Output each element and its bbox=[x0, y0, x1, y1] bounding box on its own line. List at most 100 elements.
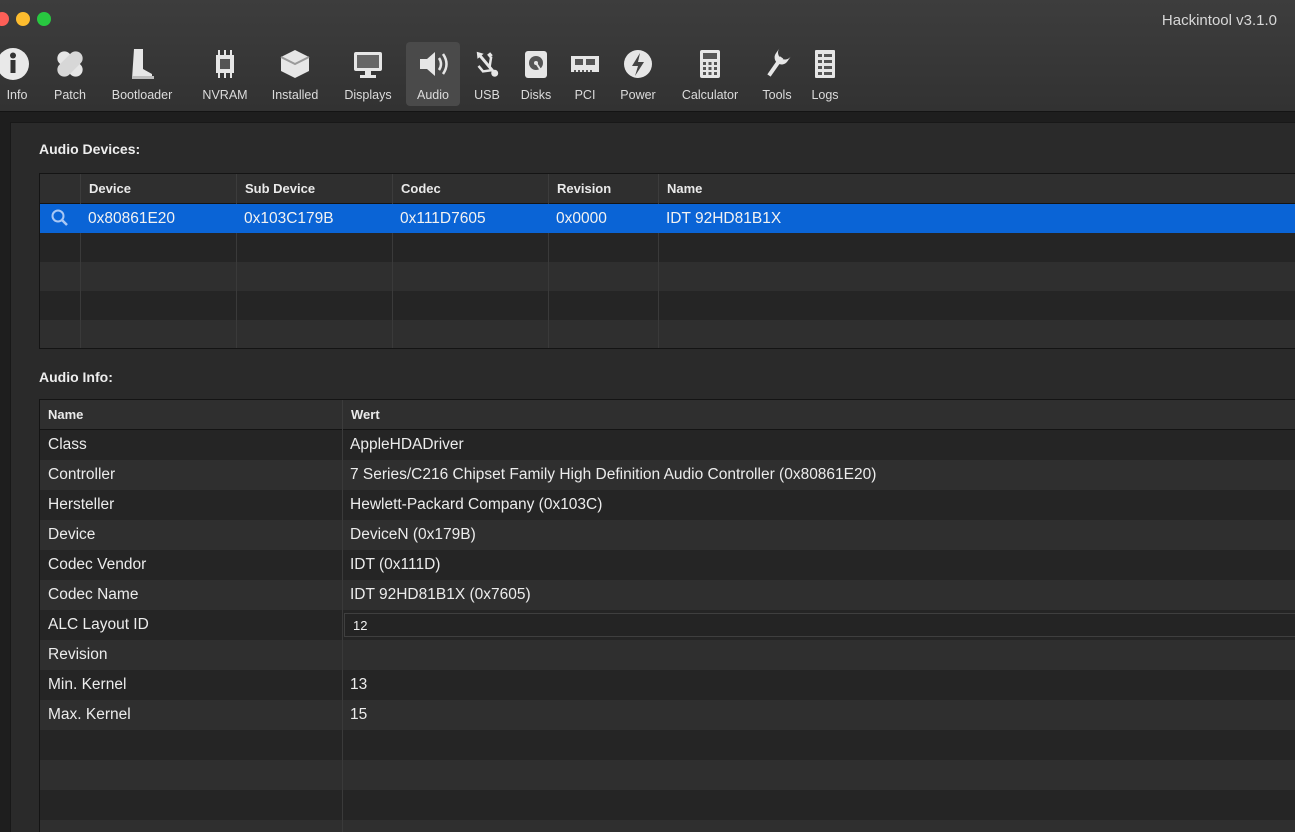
info-row-revision[interactable]: Revision bbox=[40, 640, 1295, 670]
toolbar-tools-button[interactable]: Tools bbox=[754, 42, 800, 106]
usb-icon bbox=[469, 46, 505, 82]
info-row-layout-id[interactable]: ALC Layout ID 12 bbox=[40, 610, 1295, 640]
info-value: IDT (0x111D) bbox=[350, 556, 441, 573]
toolbar-audio-label: Audio bbox=[417, 88, 449, 102]
info-name: Controller bbox=[48, 466, 116, 483]
toolbar-pci-button[interactable]: PCI bbox=[562, 42, 608, 106]
toolbar-calculator-button[interactable]: Calculator bbox=[670, 42, 750, 106]
info-name: Codec Name bbox=[48, 586, 139, 603]
info-name: Min. Kernel bbox=[48, 676, 127, 693]
info-row-class[interactable]: Class AppleHDADriver bbox=[40, 430, 1295, 460]
column-header-sub-device[interactable]: Sub Device bbox=[236, 174, 392, 204]
info-row-min-kernel[interactable]: Min. Kernel 13 bbox=[40, 670, 1295, 700]
toolbar-disks-label: Disks bbox=[520, 88, 552, 102]
audio-pane: Audio Devices: Device Sub Device Codec R… bbox=[10, 122, 1295, 832]
column-divider bbox=[658, 233, 659, 348]
info-name: Max. Kernel bbox=[48, 706, 131, 723]
column-header-name[interactable]: Name bbox=[658, 174, 1295, 204]
minimize-window-button[interactable] bbox=[16, 12, 30, 26]
info-value: AppleHDADriver bbox=[350, 436, 464, 453]
toolbar-pci-label: PCI bbox=[574, 88, 596, 102]
audio-info-title: Audio Info: bbox=[39, 369, 113, 385]
toolbar-displays-label: Displays bbox=[344, 88, 392, 102]
info-row-codec-vendor[interactable]: Codec Vendor IDT (0x111D) bbox=[40, 550, 1295, 580]
audio-info-table: Name Wert Class AppleHDADriver Controlle… bbox=[39, 399, 1295, 832]
toolbar-nvram-button[interactable]: NVRAM bbox=[192, 42, 258, 106]
calculator-icon bbox=[692, 46, 728, 82]
info-value: IDT 92HD81B1X (0x7605) bbox=[350, 586, 531, 603]
toolbar-power-button[interactable]: Power bbox=[610, 42, 666, 106]
info-value bbox=[342, 640, 350, 670]
toolbar-info-button[interactable]: Info bbox=[0, 42, 38, 106]
info-row-max-kernel[interactable]: Max. Kernel 15 bbox=[40, 700, 1295, 730]
info-name: Class bbox=[48, 436, 87, 453]
toolbar-bootloader-label: Bootloader bbox=[111, 88, 173, 102]
toolbar-usb-label: USB bbox=[474, 88, 500, 102]
info-row-controller[interactable]: Controller 7 Series/C216 Chipset Family … bbox=[40, 460, 1295, 490]
revision-cell: 0x0000 bbox=[556, 210, 607, 227]
info-row-device[interactable]: Device DeviceN (0x179B) bbox=[40, 520, 1295, 550]
log-list-icon bbox=[807, 46, 843, 82]
column-divider bbox=[548, 233, 549, 348]
column-header-device[interactable]: Device bbox=[80, 174, 236, 204]
toolbar-logs-button[interactable]: Logs bbox=[804, 42, 846, 106]
toolbar-patch-button[interactable]: Patch bbox=[45, 42, 95, 106]
toolbar-installed-button[interactable]: Installed bbox=[262, 42, 328, 106]
audio-info-header: Name Wert bbox=[40, 400, 1295, 430]
power-icon bbox=[620, 46, 656, 82]
toolbar-tools-label: Tools bbox=[762, 88, 792, 102]
wrench-icon bbox=[759, 46, 795, 82]
info-name: Codec Vendor bbox=[48, 556, 147, 573]
zoom-window-button[interactable] bbox=[37, 12, 51, 26]
sub-device-cell: 0x103C179B bbox=[244, 210, 334, 227]
info-value: DeviceN (0x179B) bbox=[350, 526, 476, 543]
column-header-name[interactable]: Name bbox=[40, 400, 342, 430]
toolbar-bootloader-button[interactable]: Bootloader bbox=[100, 42, 184, 106]
info-icon bbox=[0, 46, 35, 82]
audio-devices-table: Device Sub Device Codec Revision Name 0x… bbox=[39, 173, 1295, 349]
info-value: 7 Series/C216 Chipset Family High Defini… bbox=[350, 466, 877, 483]
empty-row bbox=[40, 320, 1295, 348]
toolbar-patch-label: Patch bbox=[54, 88, 86, 102]
layout-id-field[interactable]: 12 bbox=[344, 613, 1295, 637]
column-divider bbox=[236, 233, 237, 348]
empty-row bbox=[40, 730, 1295, 760]
info-row-vendor[interactable]: Hersteller Hewlett-Packard Company (0x10… bbox=[40, 490, 1295, 520]
device-cell: 0x80861E20 bbox=[88, 210, 176, 227]
bandage-icon bbox=[52, 46, 88, 82]
toolbar-usb-button[interactable]: USB bbox=[464, 42, 510, 106]
info-value: 13 bbox=[350, 676, 368, 693]
info-row-codec-name[interactable]: Codec Name IDT 92HD81B1X (0x7605) bbox=[40, 580, 1295, 610]
toolbar-installed-label: Installed bbox=[271, 88, 319, 102]
toolbar-calculator-label: Calculator bbox=[681, 88, 739, 102]
column-header-codec[interactable]: Codec bbox=[392, 174, 548, 204]
toolbar-audio-button[interactable]: Audio bbox=[406, 42, 460, 106]
toolbar-displays-button[interactable]: Displays bbox=[334, 42, 402, 106]
toolbar-logs-label: Logs bbox=[811, 88, 839, 102]
boot-icon bbox=[124, 46, 160, 82]
window-title: Hackintool v3.1.0 bbox=[1161, 12, 1277, 29]
package-icon bbox=[277, 46, 313, 82]
disk-icon bbox=[518, 46, 554, 82]
icon-column-header[interactable] bbox=[40, 174, 80, 204]
column-divider bbox=[392, 233, 393, 348]
column-header-revision[interactable]: Revision bbox=[548, 174, 658, 204]
audio-devices-header: Device Sub Device Codec Revision Name bbox=[40, 174, 1295, 204]
empty-row bbox=[40, 760, 1295, 790]
empty-row bbox=[40, 233, 1295, 262]
info-name: Revision bbox=[48, 646, 108, 663]
column-header-value[interactable]: Wert bbox=[342, 400, 1295, 430]
empty-row bbox=[40, 820, 1295, 832]
audio-devices-title: Audio Devices: bbox=[39, 141, 141, 157]
info-name: Hersteller bbox=[48, 496, 115, 513]
toolbar-power-label: Power bbox=[620, 88, 656, 102]
magnifier-icon[interactable] bbox=[42, 204, 76, 233]
toolbar-disks-button[interactable]: Disks bbox=[512, 42, 560, 106]
empty-row bbox=[40, 790, 1295, 820]
audio-device-row[interactable]: 0x80861E20 0x103C179B 0x111D7605 0x0000 … bbox=[40, 204, 1295, 233]
speaker-icon bbox=[415, 46, 451, 82]
info-value: Hewlett-Packard Company (0x103C) bbox=[350, 496, 603, 513]
column-divider bbox=[80, 233, 81, 348]
pci-card-icon bbox=[567, 46, 603, 82]
close-window-button[interactable] bbox=[0, 12, 9, 26]
